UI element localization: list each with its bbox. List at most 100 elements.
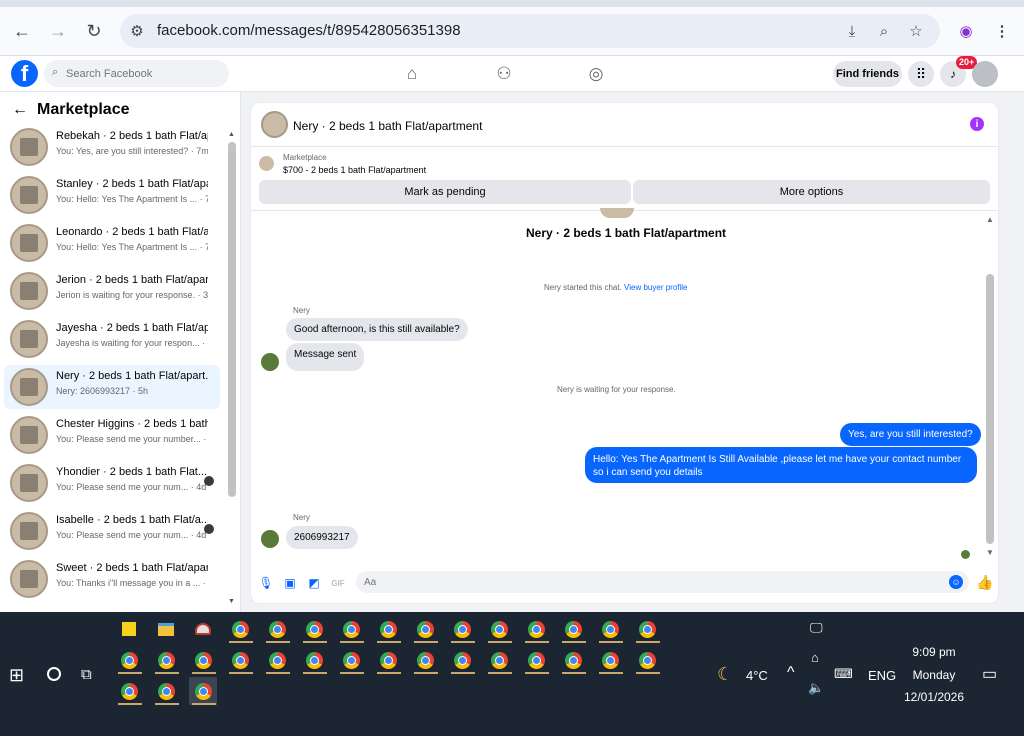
menu-kebab-icon[interactable]: ⋮: [991, 20, 1013, 42]
chrome-taskbar-icon[interactable]: [485, 646, 513, 674]
chrome-taskbar-icon[interactable]: [300, 646, 328, 674]
windows-start-icon[interactable]: ⊞: [9, 665, 24, 686]
profile-icon[interactable]: ◉: [955, 20, 977, 42]
temperature[interactable]: 4°C: [746, 668, 768, 683]
chrome-taskbar-icon[interactable]: [337, 646, 365, 674]
find-friends-button[interactable]: Find friends: [833, 61, 902, 87]
chrome-taskbar-icon[interactable]: [374, 646, 402, 674]
chrome-taskbar-icon[interactable]: [411, 646, 439, 674]
clock-time[interactable]: 9:09 pm: [900, 645, 968, 659]
zoom-icon[interactable]: ⌕: [873, 20, 895, 42]
chrome-taskbar-icon[interactable]: [115, 646, 143, 674]
account-avatar[interactable]: [972, 61, 998, 87]
listing-title[interactable]: $700 - 2 beds 1 bath Flat/apartment: [283, 165, 426, 175]
chrome-taskbar-icon[interactable]: [596, 646, 624, 674]
task-view-icon[interactable]: ⧉: [81, 666, 92, 683]
chrome-taskbar-icon[interactable]: [522, 646, 550, 674]
notification-center-icon[interactable]: ▭: [982, 664, 997, 684]
photo-icon[interactable]: ▣: [283, 576, 297, 590]
language-indicator[interactable]: ENG: [868, 668, 896, 683]
conversation-item[interactable]: Sweet · 2 beds 1 bath Flat/apar... You: T…: [4, 557, 220, 601]
meet-icon[interactable]: ⌂: [811, 650, 819, 665]
clock-date[interactable]: 12/01/2026: [900, 690, 968, 704]
chrome-taskbar-icon[interactable]: [448, 615, 476, 643]
chrome-taskbar-icon[interactable]: [189, 646, 217, 674]
chrome-taskbar-icon[interactable]: [633, 615, 661, 643]
conversation-item[interactable]: Jayesha · 2 beds 1 bath Flat/ap... Jayesh…: [4, 317, 220, 361]
sticker-icon[interactable]: ◩: [307, 576, 321, 590]
search-input[interactable]: [66, 60, 226, 87]
outgoing-message[interactable]: Hello: Yes The Apartment Is Still Availa…: [585, 447, 977, 483]
chat-scrollbar[interactable]: [986, 274, 994, 544]
conversation-item[interactable]: Chester Higgins · 2 beds 1 bath... You: P…: [4, 413, 220, 457]
scroll-up-icon[interactable]: ▲: [228, 131, 235, 138]
scroll-down-icon[interactable]: ▼: [986, 548, 994, 557]
more-options-button[interactable]: More options: [633, 180, 990, 204]
incoming-message[interactable]: 2606993217: [286, 526, 358, 549]
incoming-message[interactable]: Message sent: [286, 343, 365, 371]
conversation-item[interactable]: Nery · 2 beds 1 bath Flat/apart... Nery: …: [4, 365, 220, 409]
reload-icon[interactable]: ↻: [80, 17, 108, 45]
back-icon[interactable]: ←: [8, 17, 36, 45]
network-icon[interactable]: 🖵: [810, 620, 823, 636]
tray-chevron-icon[interactable]: ^: [787, 664, 795, 682]
home-icon[interactable]: ⌂: [400, 63, 424, 85]
chrome-taskbar-icon[interactable]: [189, 677, 217, 705]
info-icon[interactable]: i: [970, 117, 984, 131]
emoji-icon[interactable]: ☺: [949, 575, 963, 589]
scroll-up-icon[interactable]: ▲: [986, 215, 994, 224]
chrome-taskbar-icon[interactable]: [374, 615, 402, 643]
sticky-notes-taskbar-icon[interactable]: [115, 615, 143, 643]
chrome-taskbar-icon[interactable]: [226, 646, 254, 674]
chrome-taskbar-icon[interactable]: [152, 677, 180, 705]
gif-icon[interactable]: GIF: [331, 576, 345, 590]
conversation-item[interactable]: Leonardo · 2 beds 1 bath Flat/a... You: H…: [4, 221, 220, 265]
weather-moon-icon[interactable]: ☾: [717, 664, 733, 685]
outgoing-message[interactable]: Yes, are you still interested?: [840, 423, 981, 446]
chrome-taskbar-icon[interactable]: [263, 646, 291, 674]
incoming-message[interactable]: Good afternoon, is this still available?: [286, 318, 468, 341]
message-input[interactable]: [364, 571, 944, 593]
chat-avatar[interactable]: [261, 111, 288, 138]
chrome-taskbar-icon[interactable]: [559, 646, 587, 674]
chrome-taskbar-icon[interactable]: [559, 615, 587, 643]
facebook-logo[interactable]: f: [11, 60, 38, 87]
volume-icon[interactable]: 🔈: [808, 680, 824, 696]
chrome-taskbar-icon[interactable]: [337, 615, 365, 643]
conversation-item[interactable]: Jerion · 2 beds 1 bath Flat/apart... Jeri…: [4, 269, 220, 313]
conversation-item[interactable]: Yhondier · 2 beds 1 bath Flat... You: Ple…: [4, 461, 220, 505]
chrome-taskbar-icon[interactable]: [115, 677, 143, 705]
install-app-icon[interactable]: ⤓: [841, 20, 863, 42]
chrome-taskbar-icon[interactable]: [448, 646, 476, 674]
chrome-taskbar-icon[interactable]: [596, 615, 624, 643]
view-buyer-profile-link[interactable]: View buyer profile: [624, 283, 687, 292]
chrome-taskbar-icon[interactable]: [485, 615, 513, 643]
chat-title[interactable]: Nery · 2 beds 1 bath Flat/apartment: [293, 119, 482, 133]
thumbs-up-icon[interactable]: 👍: [976, 574, 993, 591]
conversation-item[interactable]: Stanley · 2 beds 1 bath Flat/apa... You: …: [4, 173, 220, 217]
back-arrow-icon[interactable]: ←: [12, 101, 28, 119]
chrome-taskbar-icon[interactable]: [300, 615, 328, 643]
chrome-taskbar-icon[interactable]: [263, 615, 291, 643]
scroll-down-icon[interactable]: ▼: [228, 598, 235, 605]
file-explorer-taskbar-icon[interactable]: [152, 615, 180, 643]
chrome-taskbar-icon[interactable]: [522, 615, 550, 643]
taskbar-search-icon[interactable]: [47, 667, 61, 681]
mark-as-pending-button[interactable]: Mark as pending: [259, 180, 631, 204]
conversation-item[interactable]: Isabelle · 2 beds 1 bath Flat/a... You: P…: [4, 509, 220, 553]
chrome-taskbar-icon[interactable]: [226, 615, 254, 643]
bookmark-star-icon[interactable]: ☆: [905, 20, 927, 42]
conversation-item[interactable]: Rebekah · 2 beds 1 bath Flat/ap... You: Y…: [4, 125, 220, 169]
chrome-taskbar-icon[interactable]: [411, 615, 439, 643]
facebook-search[interactable]: ⌕: [44, 60, 229, 87]
url-text[interactable]: facebook.com/messages/t/895428056351398: [157, 22, 461, 39]
clock-day[interactable]: Monday: [900, 668, 968, 682]
app-taskbar-icon[interactable]: [189, 615, 217, 643]
chrome-taskbar-icon[interactable]: [633, 646, 661, 674]
site-info-icon[interactable]: ⚙: [126, 20, 148, 42]
forward-icon[interactable]: →: [44, 17, 72, 45]
chrome-taskbar-icon[interactable]: [152, 646, 180, 674]
menu-grid-icon[interactable]: ⠿: [908, 61, 934, 87]
message-composer[interactable]: [356, 571, 969, 593]
microphone-icon[interactable]: 🎙: [258, 576, 273, 590]
